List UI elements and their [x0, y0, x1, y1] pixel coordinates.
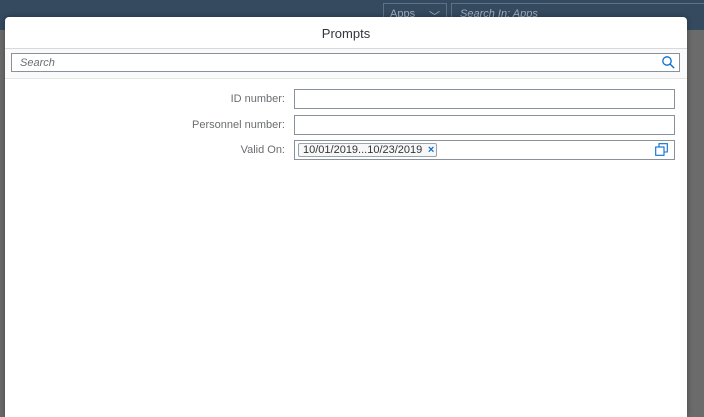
dialog-title: Prompts — [5, 17, 687, 49]
search-icon[interactable] — [661, 55, 675, 69]
date-range-token-text: 10/01/2019...10/23/2019 — [303, 144, 423, 156]
search-input[interactable] — [20, 55, 640, 70]
token-remove-icon[interactable]: × — [428, 144, 434, 157]
id-number-input[interactable] — [294, 89, 675, 109]
prompts-dialog: Prompts ID number: Personnel number: Val… — [5, 17, 687, 417]
personnel-number-label: Personnel number: — [192, 119, 285, 131]
valid-on-label: Valid On: — [240, 144, 285, 156]
date-range-token[interactable]: 10/01/2019...10/23/2019 × — [298, 143, 438, 157]
personnel-number-input[interactable] — [294, 115, 675, 135]
search-field[interactable] — [11, 53, 680, 72]
id-number-label: ID number: — [230, 93, 285, 105]
form-row-id-number: ID number: — [5, 89, 687, 111]
form-row-valid-on: Valid On: 10/01/2019...10/23/2019 × — [5, 140, 687, 162]
search-bar — [5, 49, 687, 79]
valid-on-input[interactable]: 10/01/2019...10/23/2019 × — [294, 140, 675, 160]
value-help-icon[interactable] — [655, 143, 668, 156]
form-row-personnel-number: Personnel number: — [5, 115, 687, 137]
